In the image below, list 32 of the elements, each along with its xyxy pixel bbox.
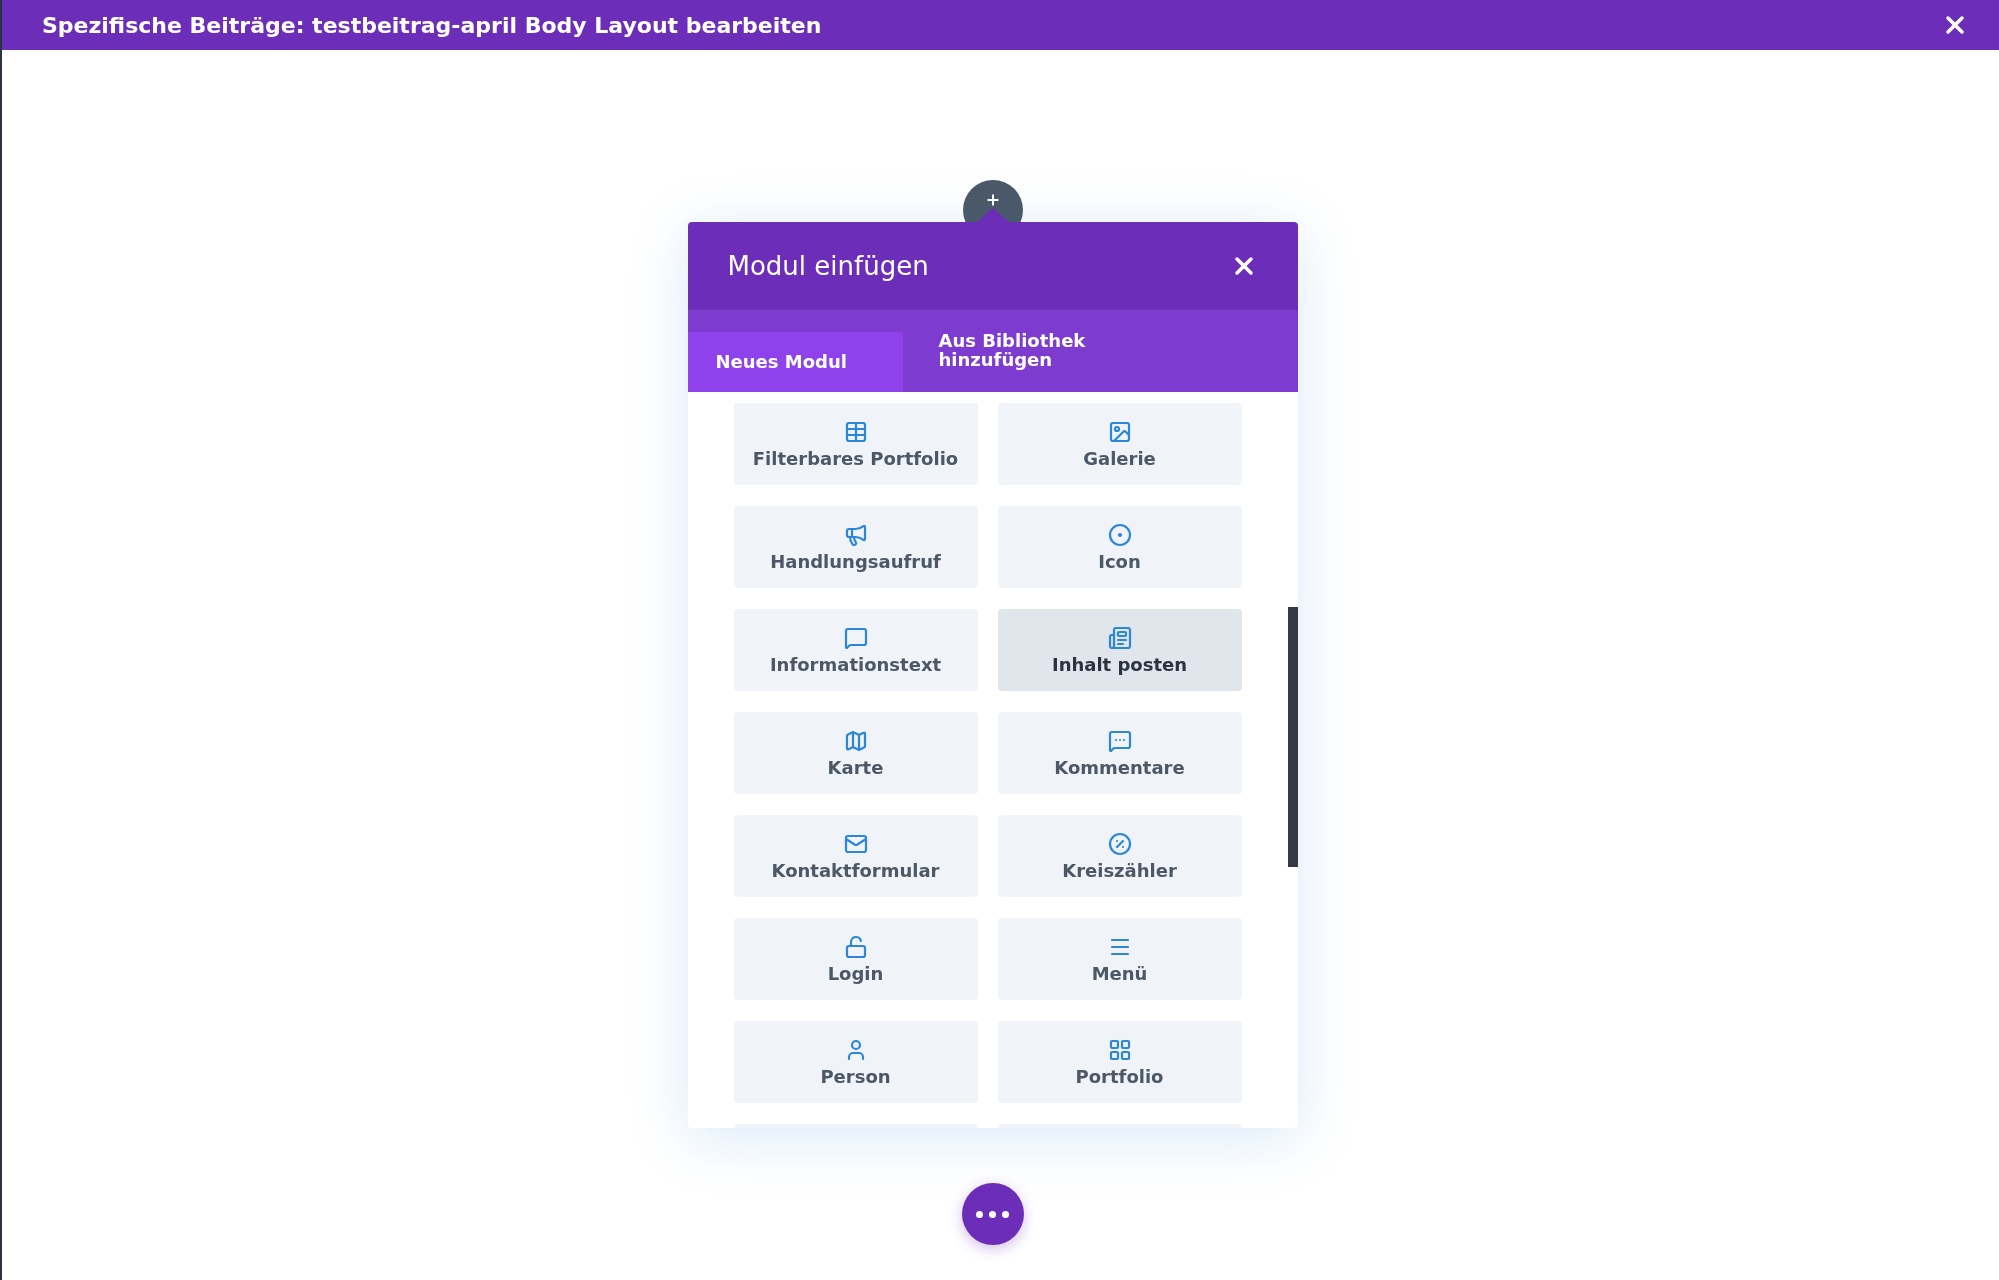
dialog-title: Modul einfügen: [727, 251, 929, 281]
tab[interactable]: Neues Modul: [687, 332, 903, 392]
percent-circle-icon: [1107, 831, 1132, 856]
module-tile[interactable]: Menü: [997, 918, 1242, 1000]
module-tile[interactable]: Informationstext: [733, 609, 978, 691]
megaphone-icon: [843, 522, 868, 547]
unlocked-padlock-icon: [843, 934, 868, 959]
module-tile[interactable]: Filterbares Portfolio: [733, 403, 978, 485]
image-icon: [1107, 419, 1132, 444]
tab[interactable]: Aus Bibliothek hinzufügen: [902, 332, 1153, 392]
module-tile[interactable]: Portfolio: [997, 1021, 1242, 1103]
module-tile[interactable]: Kreiszähler: [997, 815, 1242, 897]
comment-icon: [1107, 728, 1132, 753]
speech-bubble-icon: [843, 625, 868, 650]
scrollbar[interactable]: [1287, 607, 1298, 867]
module-tile[interactable]: Karte: [733, 712, 978, 794]
table-icon: [843, 419, 868, 444]
grid-icon: [1107, 1037, 1132, 1062]
window-title: Spezifische Beiträge: testbeitrag-april Body Layout bearbeiten: [42, 12, 822, 38]
module-tile[interactable]: Kommentare: [997, 712, 1242, 794]
circle-icon: [1107, 522, 1132, 547]
module-tile[interactable]: Login: [733, 918, 978, 1000]
module-tile[interactable]: Galerie: [997, 403, 1242, 485]
module-tile[interactable]: Inhalt posten: [997, 609, 1242, 691]
module-tile[interactable]: Handlungsaufruf: [733, 506, 978, 588]
content-icon: [1107, 625, 1132, 650]
map-icon: [843, 728, 868, 753]
more-button[interactable]: [961, 1183, 1024, 1245]
module-tile[interactable]: Person: [733, 1021, 978, 1103]
module-tile[interactable]: Icon: [997, 506, 1242, 588]
plus-icon: [984, 192, 1001, 208]
module-tile[interactable]: Kontaktformular: [733, 815, 978, 897]
